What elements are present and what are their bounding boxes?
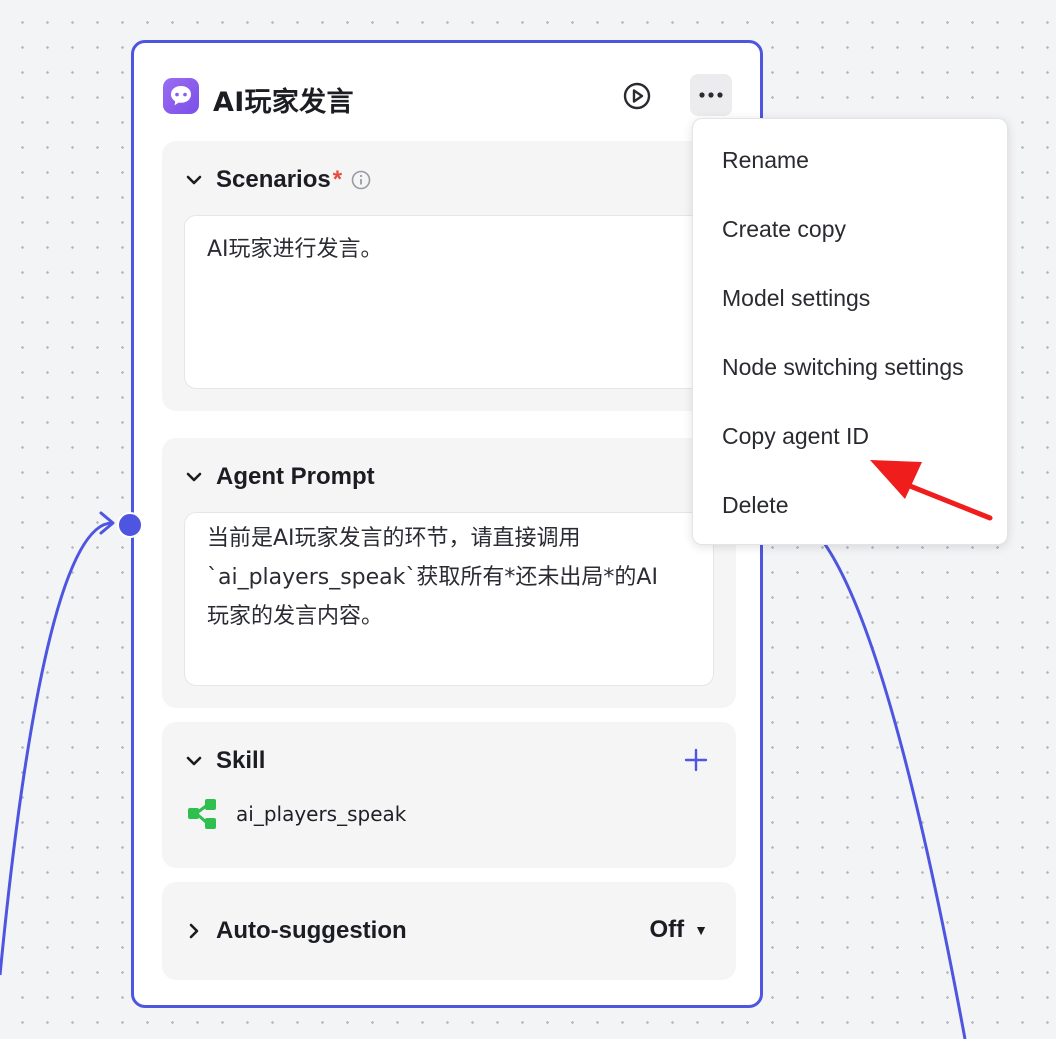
scenarios-title: Scenarios	[216, 166, 331, 193]
incoming-edge	[0, 521, 114, 976]
node-title: AI玩家发言	[213, 87, 354, 118]
menu-item-node-switching-settings[interactable]: Node switching settings	[722, 354, 964, 381]
scenarios-header[interactable]: Scenarios *	[184, 165, 372, 195]
scenarios-textarea[interactable]: AI玩家进行发言。	[184, 215, 714, 389]
skill-label: ai_players_speak	[236, 802, 407, 826]
scenarios-section: Scenarios * AI玩家进行发言。	[162, 141, 736, 411]
scenarios-text: AI玩家进行发言。	[207, 237, 383, 262]
chevron-down-icon	[186, 756, 202, 766]
menu-item-rename[interactable]: Rename	[722, 147, 809, 174]
menu-item-model-settings[interactable]: Model settings	[722, 285, 870, 312]
caret-down-icon: ▼	[694, 922, 708, 938]
auto-suggestion-select[interactable]: Off ▼	[649, 916, 708, 944]
auto-suggestion-title: Auto-suggestion	[216, 917, 407, 944]
skill-item[interactable]: ai_players_speak	[186, 798, 406, 830]
required-mark: *	[332, 166, 343, 193]
menu-item-delete[interactable]: Delete	[722, 492, 788, 519]
agent-prompt-textarea[interactable]: 当前是AI玩家发言的环节，请直接调用 `ai_players_speak`获取所…	[184, 512, 714, 686]
info-icon[interactable]	[350, 169, 372, 191]
chat-bubble-icon	[163, 78, 199, 114]
more-options-button[interactable]	[690, 74, 732, 116]
workflow-icon	[188, 799, 216, 829]
auto-suggestion-value: Off	[649, 916, 685, 943]
input-handle[interactable]	[117, 512, 143, 538]
agent-prompt-section: Agent Prompt 当前是AI玩家发言的环节，请直接调用 `ai_play…	[162, 438, 736, 708]
ellipsis-icon	[699, 92, 723, 98]
add-skill-icon[interactable]	[682, 746, 710, 774]
prompt-line: `ai_players_speak`获取所有*还未出局*的AI	[207, 565, 658, 590]
menu-item-create-copy[interactable]: Create copy	[722, 216, 846, 243]
auto-suggestion-header[interactable]: Auto-suggestion	[184, 916, 407, 946]
play-circle-icon[interactable]	[622, 81, 652, 111]
node-context-menu: Rename Create copy Model settings Node s…	[692, 118, 1008, 545]
agent-prompt-header[interactable]: Agent Prompt	[184, 462, 375, 492]
prompt-line: 当前是AI玩家发言的环节，请直接调用	[207, 526, 581, 551]
outgoing-edge	[820, 539, 967, 1039]
prompt-line: 玩家的发言内容。	[207, 604, 384, 629]
chevron-right-icon	[189, 923, 199, 939]
skill-title: Skill	[216, 747, 266, 774]
auto-suggestion-section[interactable]: Auto-suggestion Off ▼	[162, 882, 736, 980]
node-header: AI玩家发言	[163, 74, 732, 119]
menu-item-copy-agent-id[interactable]: Copy agent ID	[722, 423, 869, 450]
skill-section: Skill ai_players_speak	[162, 722, 736, 868]
chevron-down-icon	[186, 472, 202, 482]
agent-node-card[interactable]: AI玩家发言 Scenarios * AI玩家进行发言。 Agent Promp…	[131, 40, 763, 1008]
chevron-down-icon	[186, 175, 202, 185]
skill-header[interactable]: Skill	[184, 746, 265, 776]
agent-prompt-title: Agent Prompt	[216, 463, 375, 490]
